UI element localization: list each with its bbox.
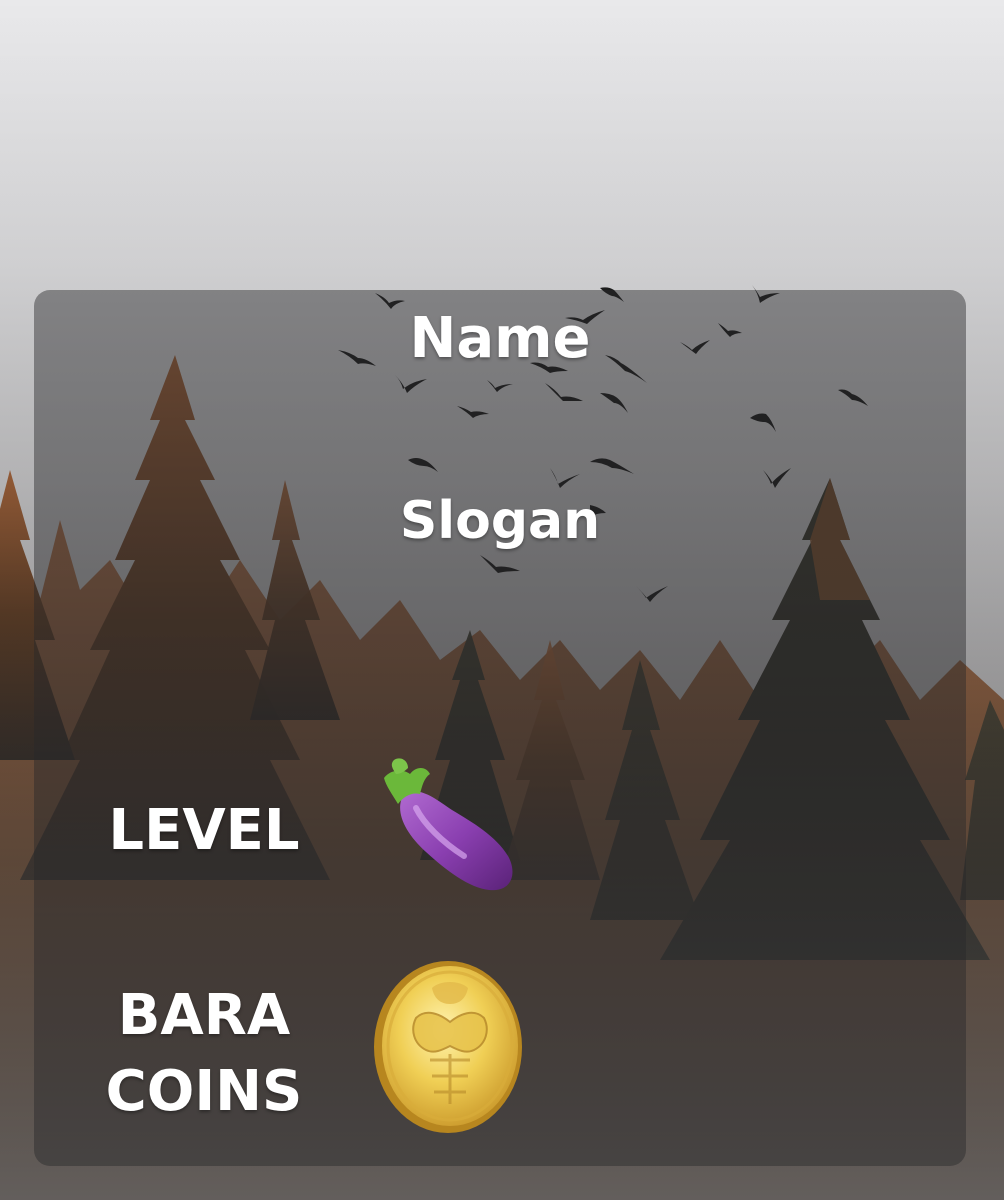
gold-coin-icon bbox=[374, 961, 522, 1133]
profile-page: Name Slogan LEVEL BARA COINS bbox=[0, 0, 1004, 1200]
profile-slogan: Slogan bbox=[399, 491, 601, 551]
level-label: LEVEL bbox=[108, 798, 300, 863]
bara-coins-label-line2: COINS bbox=[105, 1059, 303, 1124]
bara-coins-label-line1: BARA bbox=[117, 983, 291, 1048]
profile-card: Name Slogan LEVEL BARA COINS bbox=[34, 290, 966, 1166]
bara-coins-label: BARA COINS bbox=[84, 978, 324, 1130]
eggplant-icon bbox=[384, 758, 513, 891]
profile-name: Name bbox=[409, 306, 591, 371]
